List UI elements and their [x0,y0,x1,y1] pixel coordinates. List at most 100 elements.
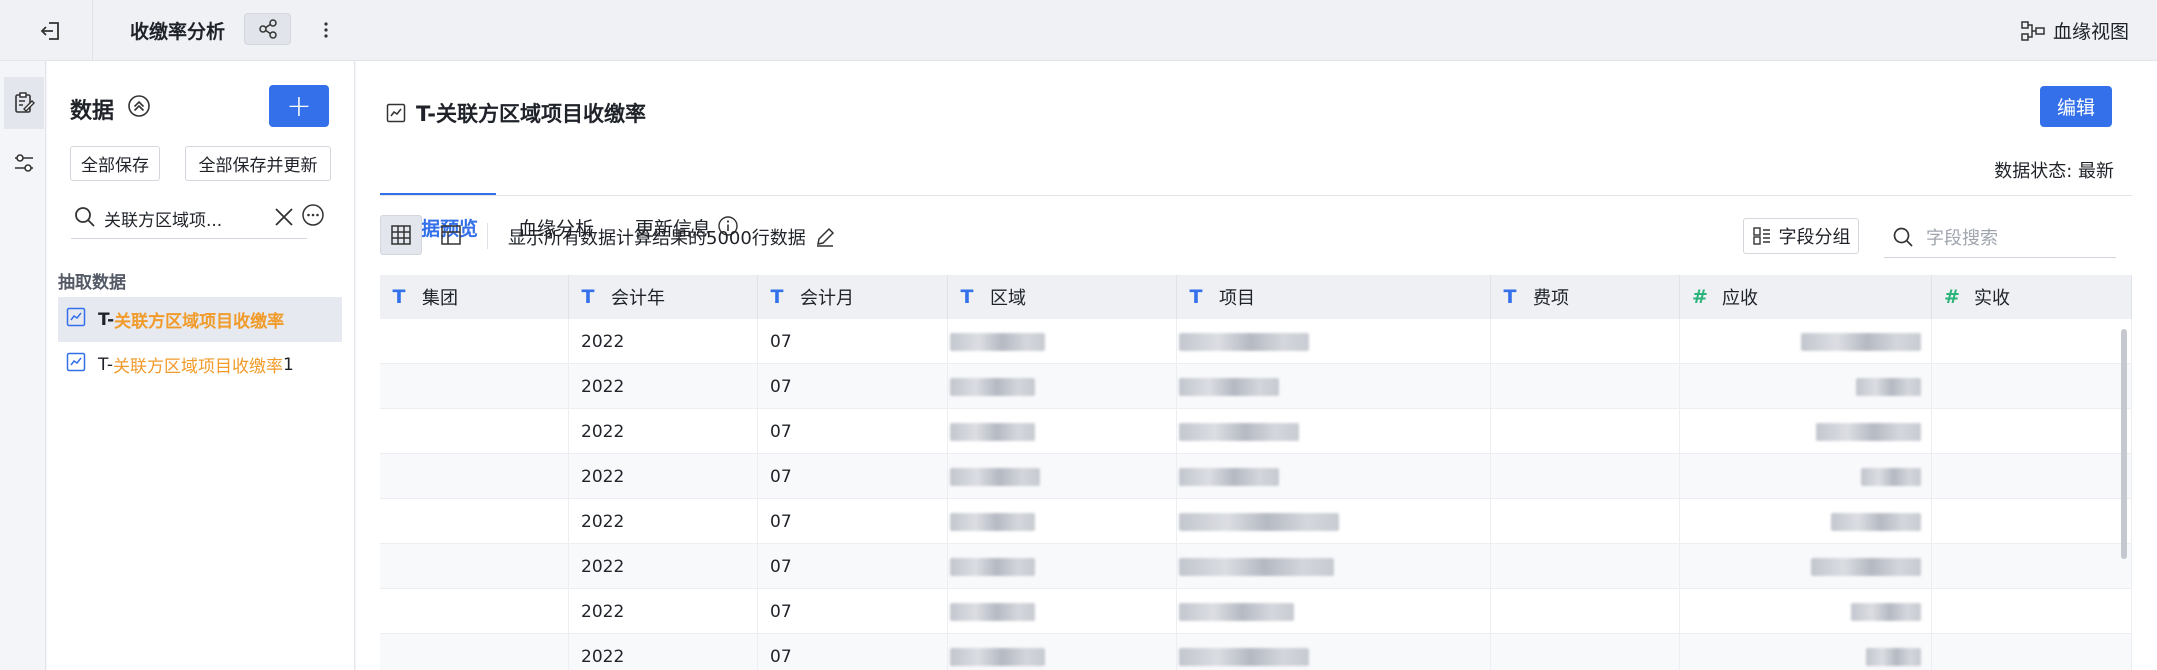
clear-icon[interactable] [273,206,295,233]
layout-view-button[interactable] [430,215,472,255]
table-cell [1680,544,1932,589]
text-type-icon: T [1503,286,1517,308]
redacted-value [1831,513,1921,531]
more-options-icon[interactable] [301,203,325,227]
tab-data-preview[interactable]: 数据预览 [402,141,478,240]
table-cell: 2022 [569,589,758,634]
field-group-button[interactable]: 字段分组 [1743,218,1859,254]
layout-icon [441,225,461,245]
table-cell [380,319,569,364]
table-row[interactable]: 2022 07 [380,409,2132,454]
text-type-icon: T [960,286,974,308]
column-header-label: 集团 [422,288,458,309]
table-row[interactable]: 2022 07 [380,499,2132,544]
table-cell: 2022 [569,499,758,544]
table-cell [1177,364,1491,409]
table-cell: 2022 [569,319,758,364]
table-cell [1177,319,1491,364]
table-row[interactable]: 2022 07 [380,544,2132,589]
table-cell [1491,454,1680,499]
table-row[interactable]: 2022 07 [380,589,2132,634]
redacted-value [950,378,1035,396]
table-row[interactable]: 2022 07 [380,364,2132,409]
more-menu-icon[interactable] [318,16,334,44]
table-cell [1177,589,1491,634]
column-header[interactable]: T 会计年 [569,275,758,319]
table-cell [1177,634,1491,670]
save-all-button[interactable]: 全部保存 [70,146,160,181]
doc-title: T-关联方区域项目收缴率 [386,98,646,128]
table-list-item[interactable]: T- 关联方区域项目收缴率 [58,297,342,342]
redacted-value [1866,648,1921,666]
redacted-value [950,513,1035,531]
field-search-input[interactable]: 字段搜索 [1884,217,2116,258]
redacted-value [1861,468,1921,486]
redacted-value [1811,558,1921,576]
table-cell [1491,544,1680,589]
doc-title-text: T-关联方区域项目收缴率 [416,102,646,126]
column-header-label: 实收 [1974,288,2010,309]
column-header[interactable]: T 集团 [380,275,569,319]
rail-settings-tab[interactable] [4,137,44,189]
column-header[interactable]: T 会计月 [758,275,948,319]
lineage-icon [2021,20,2045,41]
column-header[interactable]: # 实收 [1932,275,2132,319]
table-cell: 2022 [569,364,758,409]
table-cell [1177,454,1491,499]
table-cell: 07 [758,454,948,499]
grid-header: T 集团 T 会计年 T 会计月 T 区域 T 项目 T 费项 # 应收 # 实收 [380,275,2132,319]
redacted-value [950,558,1035,576]
edit-button[interactable]: 编辑 [2040,86,2112,127]
pencil-icon[interactable] [814,226,836,248]
table-name-match: 关联方区域项目收缴率 [112,357,283,377]
redacted-value [1801,333,1921,351]
column-header-label: 费项 [1533,288,1569,309]
add-data-button[interactable]: + [269,85,329,127]
field-group-label: 字段分组 [1778,227,1851,248]
table-name-suffix: 1 [282,354,294,375]
column-header-label: 会计月 [800,288,854,309]
data-panel: 数据 + 全部保存 全部保存并更新 关联方区域项... 抽取数据 T- 关联方区域… [47,61,355,670]
vertical-scrollbar[interactable] [2121,329,2127,559]
field-search-placeholder: 字段搜索 [1926,228,1998,249]
table-row[interactable]: 2022 07 [380,319,2132,364]
rail-data-tab[interactable] [4,77,44,129]
share-icon [258,19,277,39]
column-header[interactable]: T 项目 [1177,275,1491,319]
table-cell [948,589,1177,634]
table-cell [380,544,569,589]
table-cell [1491,319,1680,364]
table-cell [1932,634,2132,670]
column-header[interactable]: T 费项 [1491,275,1680,319]
tab-lineage-analysis[interactable]: 血缘分析 [518,141,594,240]
redacted-value [950,603,1035,621]
table-cell [1680,589,1932,634]
lineage-view-label: 血缘视图 [2052,21,2129,43]
exit-icon[interactable] [38,18,64,44]
text-type-icon: T [1189,286,1203,308]
table-cell: 2022 [569,634,758,670]
share-button[interactable] [244,13,291,45]
column-header[interactable]: # 应收 [1680,275,1932,319]
table-search-input[interactable]: 关联方区域项... [71,195,307,239]
table-cell [1177,409,1491,454]
table-name-prefix: T- [98,309,115,330]
table-cell [380,589,569,634]
sliders-icon [15,154,33,172]
tabs-divider [380,195,2132,196]
collapse-up-icon[interactable] [127,94,151,118]
tab-update-info[interactable]: 更新信息 [635,141,739,240]
table-list-item[interactable]: T- 关联方区域项目收缴率 1 [58,342,342,387]
save-all-update-button[interactable]: 全部保存并更新 [185,146,331,181]
column-header[interactable]: T 区域 [948,275,1177,319]
redacted-value [950,468,1040,486]
table-row[interactable]: 2022 07 [380,454,2132,499]
grid-view-button[interactable] [380,215,422,255]
table-cell [380,499,569,544]
redacted-value [1851,603,1921,621]
lineage-view-button[interactable]: 血缘视图 [2021,17,2129,44]
table-cell [948,364,1177,409]
table-cell [1491,409,1680,454]
chart-table-icon [66,307,86,332]
table-row[interactable]: 2022 07 [380,634,2132,670]
